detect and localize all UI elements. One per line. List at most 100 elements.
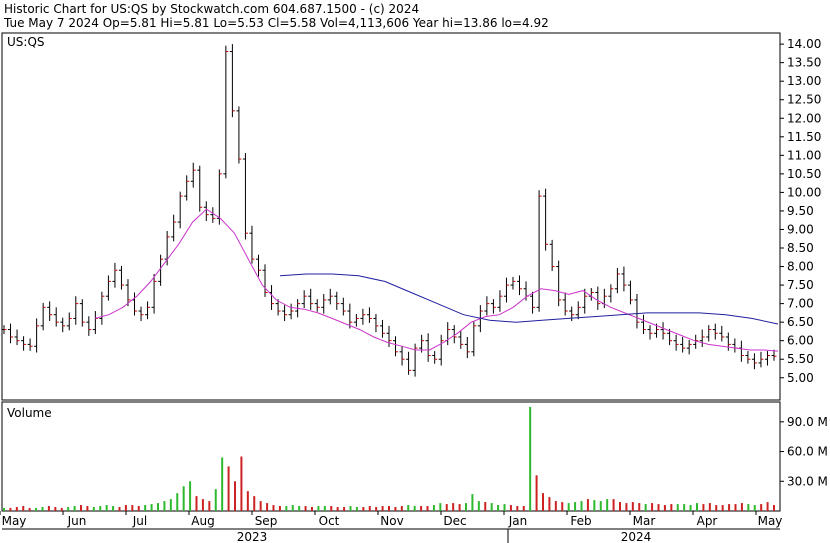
price-tick-label: 6.00 <box>787 334 814 348</box>
month-label: Feb <box>570 514 591 528</box>
volume-bar <box>734 504 737 511</box>
volume-bar <box>304 506 307 511</box>
volume-bar <box>157 503 159 511</box>
volume-bar <box>740 503 743 511</box>
volume-bar <box>278 506 281 511</box>
volume-bar <box>689 505 692 511</box>
volume-bar <box>124 505 127 511</box>
volume-bar <box>619 502 621 511</box>
volume-bar <box>509 505 512 511</box>
volume-bar <box>240 456 243 511</box>
volume-bar <box>445 504 448 511</box>
volume-bar <box>773 505 775 511</box>
volume-bar <box>131 505 134 511</box>
volume-bar <box>221 457 224 511</box>
volume-bar <box>580 501 583 511</box>
volume-bar <box>80 505 82 511</box>
price-tick-label: 14.00 <box>787 37 821 51</box>
price-tick-label: 13.50 <box>787 56 821 70</box>
volume-bar <box>227 466 230 511</box>
volume-bar <box>747 504 750 511</box>
volume-bar <box>663 505 666 511</box>
volume-bar <box>439 503 442 511</box>
volume-bar <box>484 502 487 511</box>
volume-bar <box>176 493 179 511</box>
volume-bar <box>676 504 679 511</box>
month-label: Jun <box>67 514 87 528</box>
volume-bar <box>599 501 602 511</box>
price-panel <box>1 32 781 401</box>
month-label: Apr <box>697 514 718 528</box>
volume-bar <box>272 505 275 511</box>
symbol-label: US:QS <box>7 35 45 49</box>
volume-bar <box>137 506 140 511</box>
volume-bar <box>60 508 63 511</box>
month-label: Sep <box>255 514 278 528</box>
month-label: Nov <box>380 514 403 528</box>
price-tick-label: 12.00 <box>787 111 821 125</box>
month-label: May <box>2 514 27 528</box>
volume-bar <box>375 507 378 511</box>
volume-label: Volume <box>7 406 52 420</box>
volume-bar <box>542 493 544 511</box>
price-tick-label: 11.50 <box>787 130 821 144</box>
volume-bar <box>760 504 763 511</box>
volume-bar <box>323 506 326 511</box>
volume-bar <box>3 508 5 511</box>
volume-bar <box>330 506 333 511</box>
volume-bar <box>465 503 467 511</box>
volume-bar <box>593 500 596 511</box>
volume-bar <box>708 503 711 511</box>
volume-bar <box>535 475 538 511</box>
price-tick-label: 8.50 <box>787 241 814 255</box>
volume-bar <box>349 506 352 511</box>
volume-bar <box>150 504 153 511</box>
price-tick-label: 5.50 <box>787 352 814 366</box>
volume-bar <box>28 508 31 511</box>
volume-bar <box>548 497 551 511</box>
volume-bar <box>702 504 705 511</box>
volume-bar <box>529 406 532 511</box>
price-tick-label: 12.50 <box>787 93 821 107</box>
volume-bar <box>246 491 249 511</box>
volume-bar <box>298 506 301 511</box>
price-tick-label: 9.50 <box>787 204 814 218</box>
year-label: 2024 <box>621 530 652 543</box>
volume-bar <box>471 494 474 511</box>
volume-bar <box>311 507 313 511</box>
volume-panel <box>1 401 781 512</box>
volume-bar <box>362 507 365 511</box>
price-tick-label: 8.00 <box>787 260 814 274</box>
volume-bar <box>47 506 50 511</box>
month-label: Jan <box>508 514 528 528</box>
volume-bar <box>426 506 429 511</box>
volume-bar <box>234 481 236 511</box>
price-tick-label: 10.50 <box>787 167 821 181</box>
price-tick-label: 13.00 <box>787 74 821 88</box>
volume-bar <box>54 507 57 511</box>
volume-bar <box>657 504 660 511</box>
volume-bar <box>35 508 38 511</box>
volume-bar <box>400 506 403 511</box>
volume-bar <box>112 506 115 511</box>
volume-bar <box>214 489 217 511</box>
price-tick-label: 6.50 <box>787 315 814 329</box>
volume-tick-label: 30.0 M <box>787 474 828 488</box>
volume-bar <box>413 506 416 511</box>
volume-bar <box>561 502 564 511</box>
volume-bar <box>522 506 525 511</box>
volume-bar <box>432 505 435 511</box>
volume-bar <box>606 499 609 511</box>
volume-bar <box>343 507 346 511</box>
volume-bar <box>567 503 570 511</box>
price-tick-label: 7.50 <box>787 278 814 292</box>
volume-bar <box>317 506 320 511</box>
volume-bar <box>631 502 634 511</box>
volume-bar <box>99 506 102 511</box>
volume-axis: 30.0 M 60.0 M 90.0 M <box>780 415 828 488</box>
chart-title-line1: Historic Chart for US:QS by Stockwatch.c… <box>4 2 419 16</box>
volume-bar <box>638 503 641 511</box>
month-label: Dec <box>443 514 466 528</box>
volume-bar <box>195 496 198 511</box>
volume-bar <box>92 507 95 511</box>
